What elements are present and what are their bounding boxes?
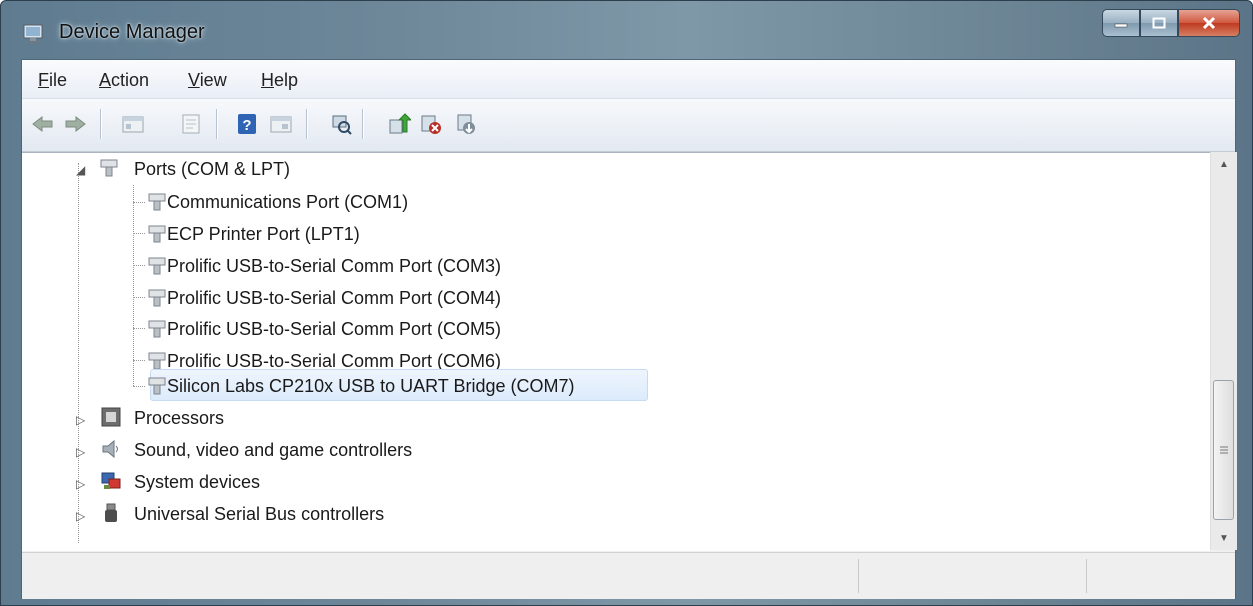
port-connector-icon <box>148 257 166 275</box>
scroll-down-button[interactable]: ▼ <box>1211 526 1237 550</box>
forward-icon <box>65 115 86 133</box>
processor-icon <box>101 407 121 427</box>
tree-connector <box>133 328 145 329</box>
maximize-icon <box>1152 17 1166 29</box>
device-item-com7-selected[interactable]: Silicon Labs CP210x USB to UART Bridge (… <box>167 376 575 397</box>
expand-processors-toggle[interactable]: ▷ <box>76 413 85 427</box>
usb-plug-icon <box>105 503 117 522</box>
device-item-com4[interactable]: Prolific USB-to-Serial Comm Port (COM4) <box>167 288 501 309</box>
title-bar[interactable]: Device Manager <box>1 1 1252 59</box>
device-item-com1[interactable]: Communications Port (COM1) <box>167 192 408 213</box>
svg-text:?: ? <box>242 117 251 134</box>
menu-action[interactable]: Action <box>99 70 149 91</box>
status-bar-divider <box>1086 559 1087 593</box>
device-manager-window: Device Manager File Action View Help ? ◢… <box>0 0 1253 606</box>
show-hide-tree-icon <box>122 116 144 133</box>
scan-hardware-button[interactable] <box>328 111 354 137</box>
show-hide-tree-button[interactable] <box>120 111 146 137</box>
disable-device-icon <box>421 115 441 134</box>
expand-system-devices-toggle[interactable]: ▷ <box>76 477 85 491</box>
back-icon <box>32 115 53 133</box>
toolbar-separator <box>362 109 363 139</box>
tree-connector <box>133 202 145 203</box>
uninstall-device-icon <box>457 114 475 134</box>
collapse-ports-toggle[interactable]: ◢ <box>76 163 85 177</box>
device-item-com3[interactable]: Prolific USB-to-Serial Comm Port (COM3) <box>167 256 501 277</box>
menu-file[interactable]: File <box>38 70 67 91</box>
minimize-button[interactable] <box>1102 9 1140 37</box>
menu-view[interactable]: View <box>188 70 227 91</box>
device-item-lpt1[interactable]: ECP Printer Port (LPT1) <box>167 224 360 245</box>
window-title: Device Manager <box>59 21 205 43</box>
maximize-button[interactable] <box>1140 9 1178 37</box>
help-button[interactable]: ? <box>234 111 260 137</box>
menu-bar: File Action View Help <box>22 60 1235 99</box>
update-driver-icon <box>389 113 411 134</box>
uninstall-device-button[interactable] <box>452 111 478 137</box>
menu-help[interactable]: Help <box>261 70 298 91</box>
port-connector-icon <box>148 225 166 243</box>
system-devices-icon <box>101 472 121 489</box>
category-ports-label[interactable]: Ports (COM & LPT) <box>134 159 290 180</box>
toolbar-separator <box>100 109 101 139</box>
view-icon <box>270 116 292 133</box>
back-button[interactable] <box>30 111 56 137</box>
speaker-icon <box>102 439 118 459</box>
close-icon <box>1202 16 1216 30</box>
category-system-devices-label[interactable]: System devices <box>134 472 260 493</box>
expand-sound-toggle[interactable]: ▷ <box>76 445 85 459</box>
device-tree[interactable]: ◢ Ports (COM & LPT) Communications Port … <box>22 152 1210 551</box>
device-manager-icon <box>23 24 43 43</box>
device-item-com5[interactable]: Prolific USB-to-Serial Comm Port (COM5) <box>167 319 501 340</box>
tree-connector <box>133 233 145 234</box>
tree-connector <box>133 360 145 361</box>
category-usb-label[interactable]: Universal Serial Bus controllers <box>134 504 384 525</box>
scrollbar-thumb[interactable] <box>1213 380 1234 520</box>
scan-hardware-icon <box>332 115 352 135</box>
properties-icon <box>182 114 200 134</box>
port-connector-icon <box>148 377 166 395</box>
toolbar: ? <box>22 99 1235 152</box>
vertical-scrollbar[interactable]: ▲ ▼ <box>1210 152 1237 550</box>
port-connector-icon <box>148 289 166 307</box>
update-driver-button[interactable] <box>386 111 412 137</box>
scroll-up-arrow-icon: ▲ <box>1219 158 1229 170</box>
tree-connector <box>133 265 145 266</box>
help-icon: ? <box>238 114 256 134</box>
toolbar-separator <box>216 109 217 139</box>
window-controls <box>1102 9 1240 39</box>
category-processors-label[interactable]: Processors <box>134 408 224 429</box>
toolbar-separator <box>306 109 307 139</box>
client-area: File Action View Help ? ◢ Ports (COM & L… <box>21 59 1237 599</box>
forward-button[interactable] <box>62 111 88 137</box>
scroll-down-arrow-icon: ▼ <box>1219 532 1229 544</box>
port-connector-icon <box>100 159 118 177</box>
minimize-icon <box>1114 23 1128 28</box>
scroll-up-button[interactable]: ▲ <box>1211 152 1237 176</box>
status-bar <box>22 552 1235 599</box>
grip-icon <box>1219 446 1228 454</box>
status-bar-divider <box>858 559 859 593</box>
properties-button[interactable] <box>178 111 204 137</box>
close-button[interactable] <box>1178 9 1240 37</box>
tree-connector <box>133 386 145 387</box>
port-connector-icon <box>148 320 166 338</box>
tree-connector <box>133 297 145 298</box>
tree-connector <box>133 185 134 386</box>
port-connector-icon <box>148 193 166 211</box>
view-button[interactable] <box>268 111 294 137</box>
disable-device-button[interactable] <box>418 111 444 137</box>
expand-usb-toggle[interactable]: ▷ <box>76 509 85 523</box>
category-sound-label[interactable]: Sound, video and game controllers <box>134 440 412 461</box>
